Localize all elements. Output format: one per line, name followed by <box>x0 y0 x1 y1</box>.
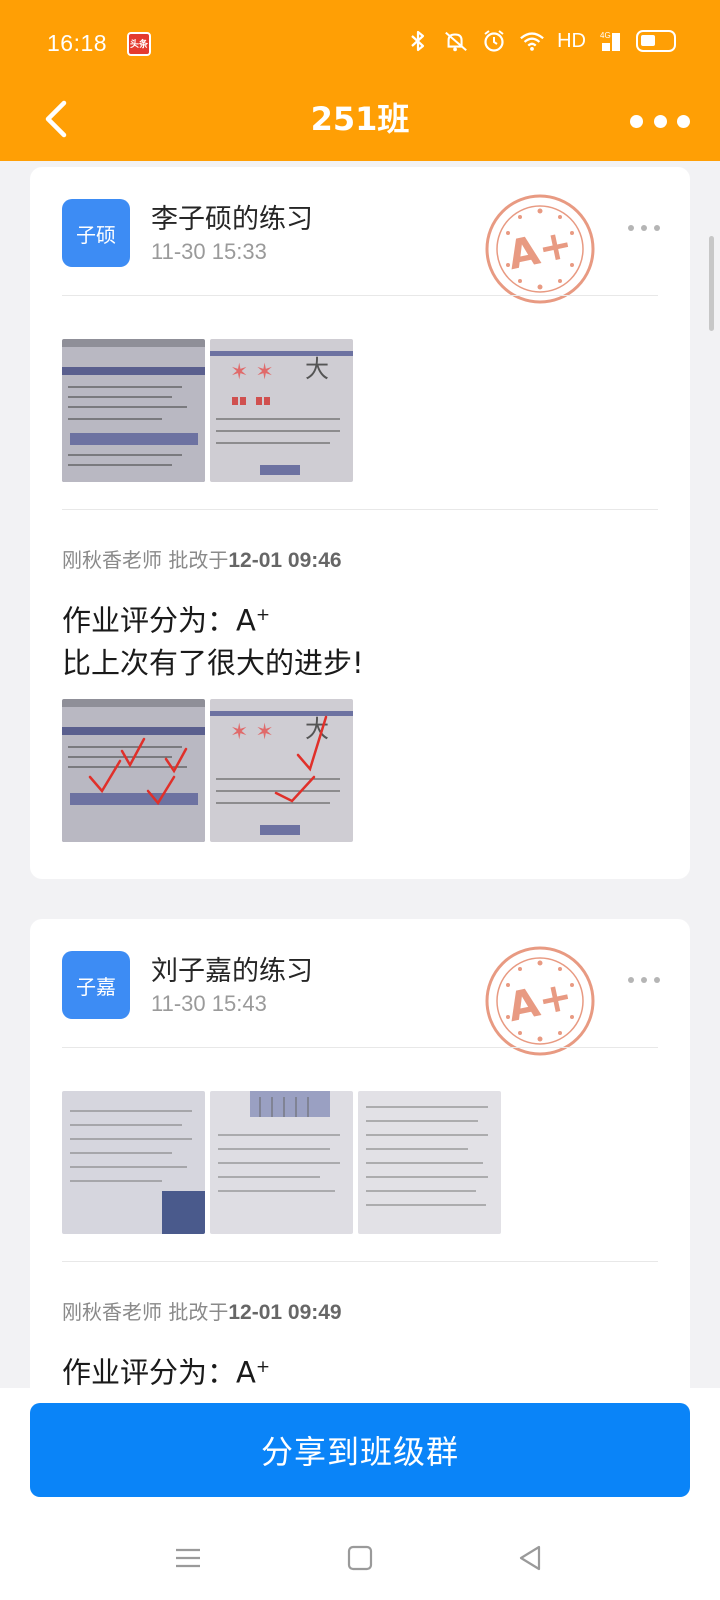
avatar[interactable]: 子嘉 <box>62 951 130 1019</box>
card-more-button[interactable] <box>628 223 660 233</box>
back-triangle-icon[interactable] <box>500 1528 560 1588</box>
comment-grade-line: 作业评分为：A <box>62 603 256 638</box>
bluetooth-icon <box>405 28 431 54</box>
status-time: 16:18 <box>47 30 108 56</box>
svg-text:✶ ✶: ✶ ✶ <box>230 360 274 385</box>
post-time: 11-30 15:33 <box>151 239 267 264</box>
homework-card[interactable]: 子嘉 刘子嘉的练习 11-30 15:43 A+ 刚秋香老师 批改于12-01 … <box>30 919 690 1388</box>
card-more-button[interactable] <box>628 975 660 985</box>
grader-info: 刚秋香老师 批改于12-01 09:46 <box>62 544 342 573</box>
comment-grade-line: 作业评分为：A <box>62 1355 256 1388</box>
dot <box>628 225 634 231</box>
student-exercise-title[interactable]: 刘子嘉的练习 <box>151 949 313 988</box>
graded-at: 12-01 09:46 <box>228 549 342 572</box>
mute-icon <box>443 28 469 54</box>
graded-at: 12-01 09:49 <box>228 1301 342 1324</box>
comment-grade-sup: + <box>255 1357 271 1377</box>
more-options-button[interactable] <box>630 106 690 136</box>
menu-icon[interactable] <box>158 1528 218 1588</box>
svg-text:4G: 4G <box>600 31 611 40</box>
corrected-photo[interactable] <box>62 699 205 842</box>
divider <box>62 1261 658 1262</box>
comment-grade-sup: + <box>255 605 271 625</box>
homework-feed[interactable]: 子硕 李子硕的练习 11-30 15:33 A+ ✶ ✶ ⼤ 刚秋香老师 批改于1… <box>0 161 720 1388</box>
dot <box>654 977 660 983</box>
more-dots-icon <box>630 114 643 128</box>
divider <box>62 295 658 296</box>
homework-photo[interactable] <box>210 1091 353 1234</box>
divider <box>62 509 658 510</box>
alarm-icon <box>481 28 507 54</box>
homework-photo[interactable] <box>62 339 205 482</box>
battery-icon <box>636 30 676 52</box>
bottom-bar: 分享到班级群 <box>0 1388 720 1600</box>
dot <box>628 977 634 983</box>
teacher-comment: 作业评分为：A+ 比上次有了很大的进步! <box>62 594 364 684</box>
submitted-images: ✶ ✶ ⼤ <box>62 339 353 482</box>
homework-photo[interactable] <box>358 1091 501 1234</box>
teacher-comment: 作业评分为：A+ <box>62 1346 270 1388</box>
dot <box>641 977 647 983</box>
homework-photo[interactable] <box>62 1091 205 1234</box>
wifi-icon <box>519 28 545 54</box>
signal-4g-icon: 4G <box>598 28 624 54</box>
dot <box>654 225 660 231</box>
grader-label: 刚秋香老师 批改于 <box>62 548 229 572</box>
app-badge-text: 头条 <box>129 40 148 50</box>
grader-info: 刚秋香老师 批改于12-01 09:49 <box>62 1296 342 1325</box>
corrected-images: ✶ ✶ ⼤ <box>62 699 353 842</box>
app-header: 251班 <box>0 86 720 161</box>
toutiao-app-icon: 头条 <box>127 32 151 56</box>
avatar[interactable]: 子硕 <box>62 199 130 267</box>
grade-stamp-icon: A+ <box>485 946 595 1056</box>
system-nav-bar <box>0 1528 720 1600</box>
svg-text:✶ ✶: ✶ ✶ <box>230 720 274 745</box>
comment-text: 比上次有了很大的进步! <box>62 645 364 680</box>
grade-stamp-icon: A+ <box>485 194 595 304</box>
more-dot <box>677 114 690 128</box>
svg-text:⼤: ⼤ <box>305 355 329 383</box>
divider <box>62 1047 658 1048</box>
page-title: 251班 <box>310 100 410 138</box>
homework-photo[interactable]: ✶ ✶ ⼤ <box>210 339 353 482</box>
post-time: 11-30 15:43 <box>151 991 267 1016</box>
more-dot <box>653 114 667 128</box>
scrollbar[interactable] <box>709 236 714 331</box>
submitted-images <box>62 1091 501 1234</box>
stamp-grade-text: A+ <box>504 221 577 279</box>
corrected-photo[interactable]: ✶ ✶ ⼤ <box>210 699 353 842</box>
homework-card[interactable]: 子硕 李子硕的练习 11-30 15:33 A+ ✶ ✶ ⼤ 刚秋香老师 批改于1… <box>30 167 690 879</box>
dot <box>641 225 647 231</box>
stamp-grade-text: A+ <box>504 973 577 1031</box>
status-icons: HD 4G <box>405 28 676 54</box>
network-hd-label: HD <box>557 29 586 52</box>
home-square-icon[interactable] <box>330 1528 390 1588</box>
grader-label: 刚秋香老师 批改于 <box>62 1300 229 1324</box>
share-to-class-group-button[interactable]: 分享到班级群 <box>30 1403 690 1497</box>
status-bar: 16:18 头条 HD 4G <box>0 0 720 86</box>
student-exercise-title[interactable]: 李子硕的练习 <box>151 197 313 236</box>
